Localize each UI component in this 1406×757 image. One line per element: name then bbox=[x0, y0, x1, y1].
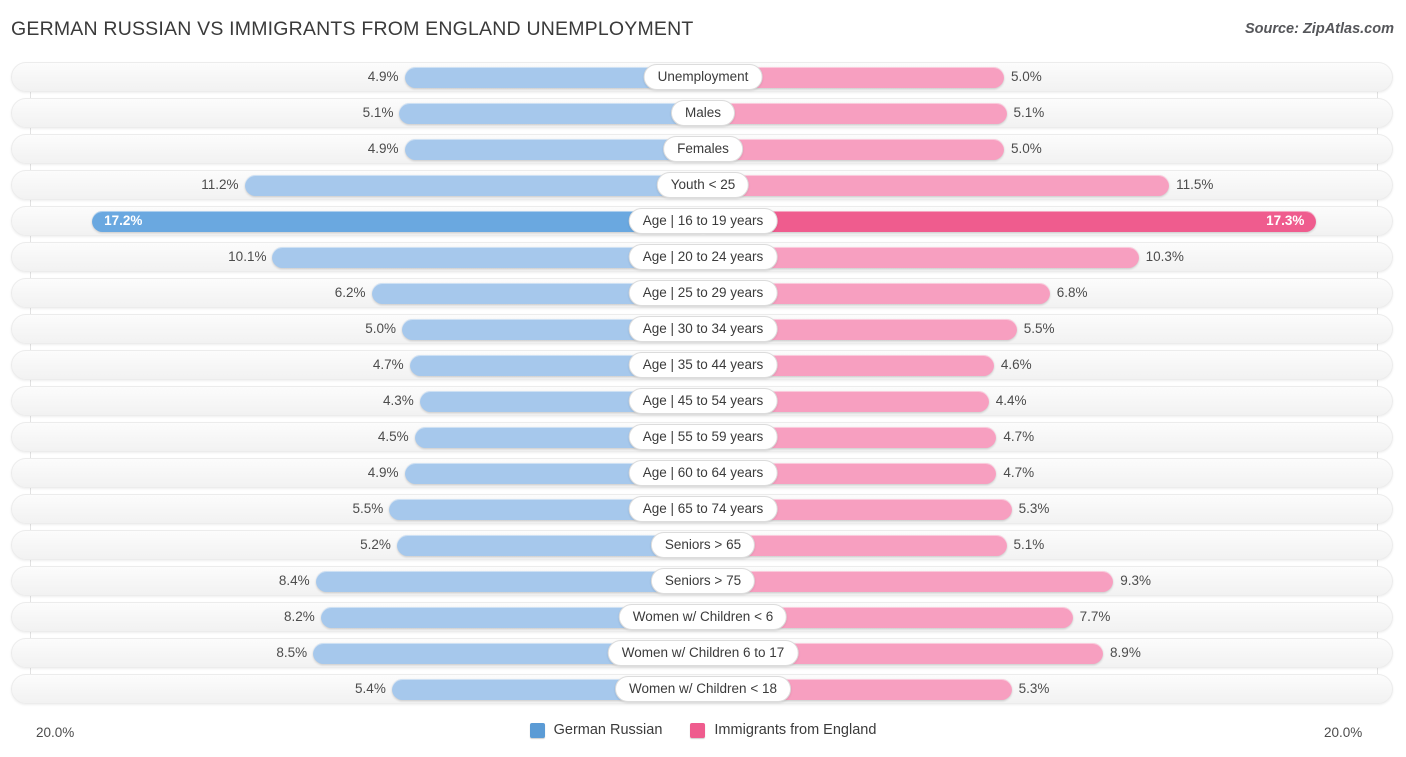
value-label-german-russian: 4.9% bbox=[367, 141, 399, 156]
value-label-german-russian: 4.9% bbox=[367, 69, 399, 84]
value-label-immigrants-from-england: 5.1% bbox=[1013, 105, 1045, 120]
bar-immigrants-from-england bbox=[703, 175, 1170, 196]
chart-row: 10.1% 10.3% Age | 20 to 24 years bbox=[0, 242, 1406, 272]
chart-row: 8.2% 7.7% Women w/ Children < 6 bbox=[0, 602, 1406, 632]
value-label-german-russian: 10.1% bbox=[228, 249, 267, 264]
chart-plot-area: 4.9% 5.0% Unemployment 5.1% 5.1% Males 4.9% 5.0… bbox=[0, 62, 1406, 717]
bar-immigrants-from-england bbox=[703, 103, 1007, 124]
row-category-label: Age | 65 to 74 years bbox=[628, 496, 778, 522]
row-category-label: Females bbox=[663, 136, 743, 162]
value-label-immigrants-from-england: 5.0% bbox=[1011, 141, 1042, 156]
chart-row: 17.2% 17.3% Age | 16 to 19 years bbox=[0, 206, 1406, 236]
value-label-immigrants-from-england: 4.4% bbox=[995, 393, 1027, 408]
value-label-immigrants-from-england: 5.3% bbox=[1018, 501, 1050, 516]
row-category-label: Women w/ Children < 18 bbox=[615, 676, 791, 702]
value-label-german-russian: 4.3% bbox=[382, 393, 414, 408]
value-label-german-russian: 5.2% bbox=[360, 537, 391, 552]
chart-row: 6.2% 6.8% Age | 25 to 29 years bbox=[0, 278, 1406, 308]
value-label-german-russian: 8.4% bbox=[278, 573, 310, 588]
value-label-immigrants-from-england: 4.6% bbox=[1000, 357, 1032, 372]
row-category-label: Unemployment bbox=[643, 64, 763, 90]
chart-rows: 4.9% 5.0% Unemployment 5.1% 5.1% Males 4.9% 5.0… bbox=[0, 62, 1406, 710]
chart-row: 4.9% 5.0% Unemployment bbox=[0, 62, 1406, 92]
legend-label: German Russian bbox=[553, 722, 663, 738]
chart-row: 4.5% 4.7% Age | 55 to 59 years bbox=[0, 422, 1406, 452]
value-label-german-russian: 4.5% bbox=[377, 429, 409, 444]
value-label-immigrants-from-england: 8.9% bbox=[1110, 645, 1141, 660]
row-category-label: Age | 20 to 24 years bbox=[628, 244, 778, 270]
chart-legend: German Russian Immigrants from England bbox=[0, 722, 1406, 738]
chart-row: 4.3% 4.4% Age | 45 to 54 years bbox=[0, 386, 1406, 416]
chart-row: 4.9% 4.7% Age | 60 to 64 years bbox=[0, 458, 1406, 488]
value-label-immigrants-from-england: 5.1% bbox=[1013, 537, 1045, 552]
bar-german-russian bbox=[399, 103, 703, 124]
value-label-german-russian: 11.2% bbox=[201, 177, 239, 192]
value-label-immigrants-from-england: 17.3% bbox=[1266, 213, 1305, 228]
legend-swatch-icon bbox=[529, 722, 545, 738]
value-label-immigrants-from-england: 4.7% bbox=[1003, 465, 1035, 480]
chart-row: 5.0% 5.5% Age | 30 to 34 years bbox=[0, 314, 1406, 344]
row-category-label: Seniors > 65 bbox=[650, 532, 756, 558]
chart-row: 8.5% 8.9% Women w/ Children 6 to 17 bbox=[0, 638, 1406, 668]
value-label-german-russian: 4.7% bbox=[372, 357, 404, 372]
chart-row: 5.1% 5.1% Males bbox=[0, 98, 1406, 128]
value-label-german-russian: 6.2% bbox=[334, 285, 366, 300]
bar-german-russian bbox=[92, 211, 703, 232]
chart-row: 5.4% 5.3% Women w/ Children < 18 bbox=[0, 674, 1406, 704]
value-label-immigrants-from-england: 6.8% bbox=[1056, 285, 1088, 300]
row-category-label: Age | 45 to 54 years bbox=[628, 388, 778, 414]
chart-row: 8.4% 9.3% Seniors > 75 bbox=[0, 566, 1406, 596]
value-label-german-russian: 5.5% bbox=[352, 501, 384, 516]
value-label-german-russian: 17.2% bbox=[104, 213, 143, 228]
row-category-label: Age | 16 to 19 years bbox=[628, 208, 778, 234]
bar-immigrants-from-england bbox=[703, 571, 1114, 592]
legend-label: Immigrants from England bbox=[714, 722, 877, 738]
value-label-german-russian: 5.1% bbox=[362, 105, 394, 120]
row-category-label: Age | 25 to 29 years bbox=[628, 280, 778, 306]
value-label-immigrants-from-england: 5.3% bbox=[1018, 681, 1050, 696]
row-category-label: Males bbox=[670, 100, 736, 126]
chart-row: 5.5% 5.3% Age | 65 to 74 years bbox=[0, 494, 1406, 524]
bar-immigrants-from-england bbox=[703, 139, 1004, 160]
row-category-label: Youth < 25 bbox=[656, 172, 750, 198]
legend-item[interactable]: German Russian bbox=[529, 722, 663, 738]
row-category-label: Age | 35 to 44 years bbox=[628, 352, 778, 378]
value-label-immigrants-from-england: 7.7% bbox=[1079, 609, 1111, 624]
bar-immigrants-from-england bbox=[703, 211, 1317, 232]
value-label-immigrants-from-england: 9.3% bbox=[1120, 573, 1151, 588]
bar-german-russian bbox=[244, 175, 703, 196]
chart-row: 11.2% 11.5% Youth < 25 bbox=[0, 170, 1406, 200]
value-label-german-russian: 8.2% bbox=[283, 609, 315, 624]
row-category-label: Age | 55 to 59 years bbox=[628, 424, 778, 450]
value-label-immigrants-from-england: 5.0% bbox=[1011, 69, 1042, 84]
row-category-label: Age | 60 to 64 years bbox=[628, 460, 778, 486]
legend-swatch-icon bbox=[690, 722, 706, 738]
source-attribution: Source: ZipAtlas.com bbox=[1244, 21, 1394, 37]
bar-german-russian bbox=[404, 139, 703, 160]
row-category-label: Age | 30 to 34 years bbox=[628, 316, 778, 342]
row-category-label: Seniors > 75 bbox=[650, 568, 756, 594]
chart-row: 5.2% 5.1% Seniors > 65 bbox=[0, 530, 1406, 560]
chart-row: 4.9% 5.0% Females bbox=[0, 134, 1406, 164]
value-label-immigrants-from-england: 5.5% bbox=[1023, 321, 1055, 336]
page-title: GERMAN RUSSIAN VS IMMIGRANTS FROM ENGLAN… bbox=[11, 18, 694, 40]
chart-page: GERMAN RUSSIAN VS IMMIGRANTS FROM ENGLAN… bbox=[0, 0, 1406, 757]
value-label-german-russian: 5.4% bbox=[355, 681, 386, 696]
value-label-german-russian: 8.5% bbox=[276, 645, 308, 660]
value-label-immigrants-from-england: 10.3% bbox=[1145, 249, 1184, 264]
value-label-immigrants-from-england: 11.5% bbox=[1176, 177, 1214, 192]
bar-german-russian bbox=[315, 571, 703, 592]
value-label-german-russian: 4.9% bbox=[367, 465, 399, 480]
value-label-immigrants-from-england: 4.7% bbox=[1003, 429, 1035, 444]
chart-row: 4.7% 4.6% Age | 35 to 44 years bbox=[0, 350, 1406, 380]
legend-item[interactable]: Immigrants from England bbox=[690, 722, 876, 738]
row-category-label: Women w/ Children < 6 bbox=[618, 604, 788, 630]
row-category-label: Women w/ Children 6 to 17 bbox=[607, 640, 799, 666]
value-label-german-russian: 5.0% bbox=[365, 321, 396, 336]
